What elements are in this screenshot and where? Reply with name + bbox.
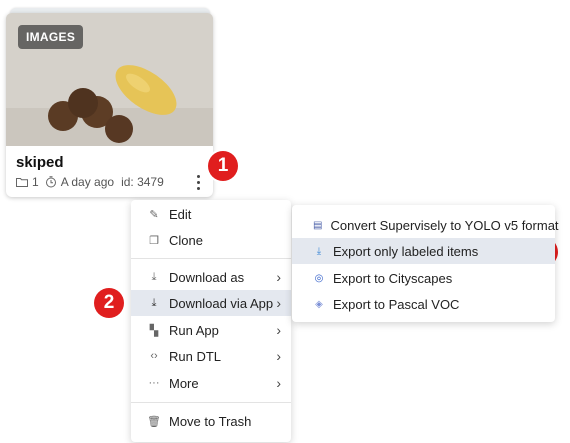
chevron-right-icon: › [276, 322, 281, 338]
cityscapes-icon: ◎ [314, 272, 324, 284]
trash-icon: 🗑 [147, 415, 161, 428]
file-icon: ▤ [313, 219, 323, 231]
folder-count: 1 [32, 175, 39, 189]
menu-item-more[interactable]: ··· More › [131, 370, 291, 396]
submenu-item-label: Export to Cityscapes [333, 270, 453, 286]
download-via-app-submenu: ▤ Convert Supervisely to YOLO v5 format … [292, 205, 559, 322]
menu-item-run-dtl[interactable]: ‹› Run DTL › [131, 343, 291, 369]
menu-item-run-app[interactable]: ▚ Run App › [131, 317, 291, 343]
clone-icon: ❐ [149, 234, 159, 247]
menu-item-label: Clone [169, 232, 203, 248]
updated-time: A day ago [60, 175, 115, 189]
menu-item-label: More [169, 375, 199, 391]
menu-item-label: Edit [169, 206, 192, 222]
pascal-voc-icon: ◈ [315, 298, 323, 310]
download-icon: ⤓ [316, 245, 322, 257]
kiwi-shape [68, 88, 98, 118]
menu-item-download-as[interactable]: ⤓ Download as › [131, 264, 291, 290]
project-title[interactable]: skiped [16, 154, 64, 171]
context-menu: ✎ Edit ❐ Clone ⤓ Download as › ⤓ Downloa… [131, 200, 291, 442]
more-options-icon[interactable] [189, 170, 207, 194]
download-icon: ⤓ [151, 296, 157, 309]
menu-item-clone[interactable]: ❐ Clone [131, 227, 291, 253]
pencil-icon: ✎ [149, 208, 159, 221]
download-icon: ⤓ [151, 270, 157, 283]
submenu-item-export-labeled[interactable]: ⤓ Export only labeled items [292, 238, 555, 264]
submenu-item-export-cityscapes[interactable]: ◎ Export to Cityscapes [292, 265, 555, 291]
menu-item-label: Run DTL [169, 348, 222, 364]
chevron-right-icon: › [276, 269, 281, 285]
submenu-item-label: Export to Pascal VOC [333, 296, 460, 312]
menu-item-edit[interactable]: ✎ Edit [131, 201, 291, 227]
submenu-item-label: Export only labeled items [333, 243, 479, 259]
apps-icon: ▚ [149, 324, 159, 337]
submenu-item-export-pascal-voc[interactable]: ◈ Export to Pascal VOC [292, 291, 555, 317]
chevron-right-icon: › [276, 295, 281, 311]
step-marker-1: 1 [208, 151, 238, 181]
kiwi-shape [105, 115, 133, 143]
menu-divider [131, 258, 291, 259]
code-icon: ‹› [150, 350, 158, 362]
menu-item-label: Download via App [169, 295, 274, 311]
submenu-item-convert-yolo[interactable]: ▤ Convert Supervisely to YOLO v5 format [292, 212, 559, 238]
menu-item-download-via-app[interactable]: ⤓ Download via App › [131, 290, 291, 316]
menu-item-label: Move to Trash [169, 413, 252, 429]
submenu-item-label: Convert Supervisely to YOLO v5 format [330, 217, 559, 233]
step-marker-2: 2 [94, 288, 124, 318]
project-card[interactable]: IMAGES skiped 1 A day ago id: 3479 [6, 13, 213, 197]
menu-item-label: Download as [169, 269, 245, 285]
project-id: id: 3479 [121, 175, 164, 189]
menu-item-label: Run App [169, 322, 219, 338]
chevron-right-icon: › [276, 375, 281, 391]
clock-icon [45, 176, 56, 188]
more-icon: ··· [148, 377, 160, 389]
type-badge: IMAGES [18, 25, 84, 49]
folder-icon [16, 178, 28, 187]
menu-item-move-to-trash[interactable]: 🗑 Move to Trash [131, 408, 291, 434]
chevron-right-icon: › [276, 348, 281, 364]
project-meta: 1 A day ago id: 3479 [16, 175, 164, 189]
project-thumbnail[interactable]: IMAGES [6, 13, 213, 146]
menu-divider [131, 402, 291, 403]
